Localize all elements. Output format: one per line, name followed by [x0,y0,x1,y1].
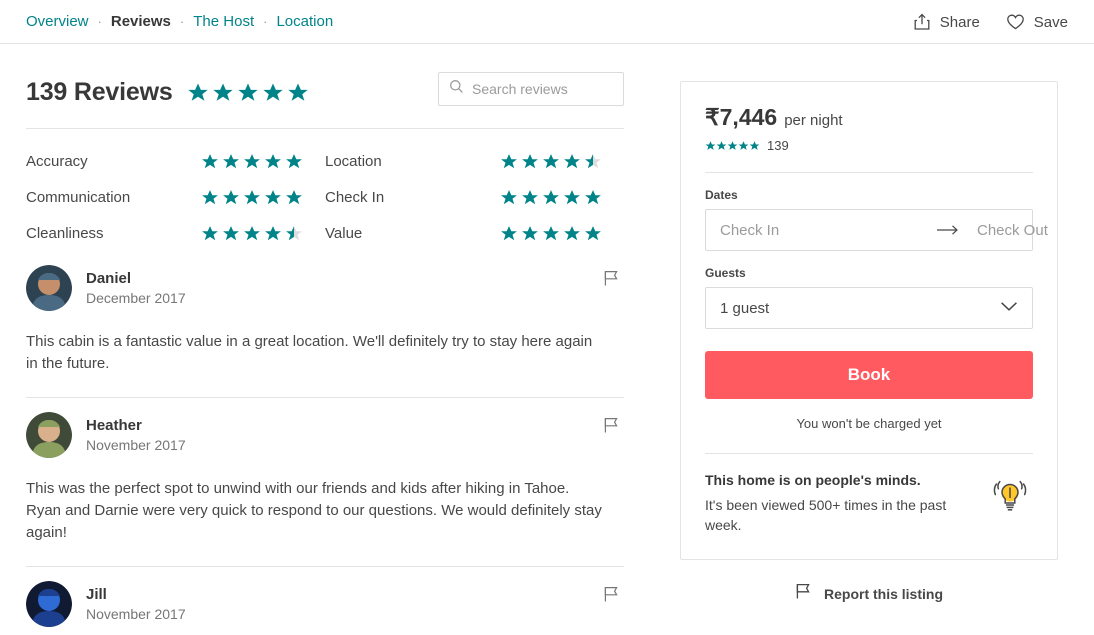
rating-label: Accuracy [26,152,88,170]
section-nav-links: Overview · Reviews · The Host · Location [26,13,333,30]
reviews-list: Daniel December 2017 This cabin is a fanta… [26,251,624,627]
review-meta: Heather November 2017 [86,417,186,453]
share-button[interactable]: Share [913,13,980,31]
rating-row: Location [325,143,624,179]
guests-select[interactable]: 1 guest [705,287,1033,329]
chevron-down-icon [1000,299,1018,317]
rating-stars [201,152,303,170]
check-out-input[interactable] [963,210,1094,250]
charge-note: You won't be charged yet [796,416,942,431]
review-date: November 2017 [86,437,186,453]
avatar[interactable] [26,581,72,627]
rating-stars [500,152,602,170]
search-icon [449,79,464,99]
rating-row: Value [325,215,624,251]
check-in-input[interactable] [706,210,933,250]
page-title: 139 Reviews [26,77,173,106]
heart-icon [1006,13,1025,31]
guests-value: 1 guest [720,299,770,317]
review-date: November 2017 [86,606,186,622]
avatar[interactable] [26,265,72,311]
price-amount: ₹7,446 [705,104,778,130]
flag-icon [795,582,812,605]
review-meta: Jill November 2017 [86,586,186,622]
lightbulb-icon [989,472,1033,523]
popularity-subtitle: It's been viewed 500+ times in the past … [705,497,947,533]
nav-separator: · [97,14,102,29]
ratings-breakdown: Accuracy Location Communication Check In Cle… [26,129,624,251]
popularity-title: This home is on people's minds. [705,472,921,488]
rating-stars [201,224,303,242]
booking-column: ₹7,446 per night 139 Dates Guests [680,44,1094,627]
rating-label: Cleanliness [26,224,104,242]
flag-icon [603,271,620,290]
guests-label: Guests [705,266,746,280]
report-review-button[interactable] [599,581,624,610]
share-icon [913,13,931,31]
popularity-notice: This home is on people's minds. It's bee… [705,454,1033,535]
report-review-button[interactable] [599,265,624,294]
rating-label: Location [325,152,382,170]
save-button[interactable]: Save [1006,13,1068,31]
card-rating-count: 139 [767,138,789,153]
flag-icon [603,418,620,437]
reviews-column: 139 Reviews Accuracy Location Communicatio… [26,44,624,627]
rating-row: Cleanliness [26,215,325,251]
share-label: Share [939,13,980,31]
top-navigation-bar: Overview · Reviews · The Host · Location… [0,0,1094,44]
price-period: per night [784,112,843,129]
rating-row: Accuracy [26,143,325,179]
nav-separator: · [179,14,185,29]
reviews-header: 139 Reviews [26,70,624,114]
review-author: Daniel December 2017 [26,265,624,311]
booking-card: ₹7,446 per night 139 Dates Guests [680,81,1094,560]
book-button[interactable]: Book [705,351,1033,399]
report-listing-label: Report this listing [824,585,943,602]
nav-link-the-host[interactable]: The Host [193,13,254,30]
report-listing-button[interactable]: Report this listing [680,560,1058,605]
rating-stars [500,224,602,242]
review-date: December 2017 [86,290,186,306]
rating-row: Check In [325,179,624,215]
page-body: 139 Reviews Accuracy Location Communicatio… [0,44,1094,627]
review-author: Heather November 2017 [26,412,624,458]
review-item: Heather November 2017 This was the perfect… [26,398,624,566]
rating-stars [201,188,303,206]
arrow-right-icon [933,224,963,236]
avatar[interactable] [26,412,72,458]
dates-field[interactable] [705,209,1094,251]
rating-stars [500,188,602,206]
rating-label: Check In [325,188,385,206]
nav-link-location[interactable]: Location [276,13,333,30]
review-meta: Daniel December 2017 [86,270,186,306]
top-bar-actions: Share Save [913,0,1068,44]
review-author-name[interactable]: Daniel [86,270,186,287]
price-line: ₹7,446 per night [705,104,1033,131]
search-reviews-box[interactable] [438,72,624,106]
review-author-name[interactable]: Jill [86,586,186,603]
review-text: This cabin is a fantastic value in a gre… [26,333,593,372]
card-rating: 139 [705,131,1033,153]
nav-link-reviews[interactable]: Reviews [111,13,171,30]
review-text: This was the perfect spot to unwind with… [26,480,602,541]
dates-label: Dates [705,188,738,202]
card-rating-stars [705,140,760,151]
save-label: Save [1033,13,1068,31]
report-review-button[interactable] [599,412,624,441]
review-author: Jill November 2017 [26,581,624,627]
popularity-text: This home is on people's minds. It's bee… [705,472,975,535]
nav-link-overview[interactable]: Overview [26,13,89,30]
nav-separator: · [263,14,268,29]
rating-label: Value [325,224,363,242]
overall-rating-stars [187,81,309,103]
rating-label: Communication [26,188,131,206]
review-item: Jill November 2017 [26,567,624,627]
search-input[interactable] [472,81,613,97]
flag-icon [603,587,620,606]
review-item: Daniel December 2017 This cabin is a fanta… [26,251,624,397]
review-author-name[interactable]: Heather [86,417,186,434]
rating-row: Communication [26,179,325,215]
